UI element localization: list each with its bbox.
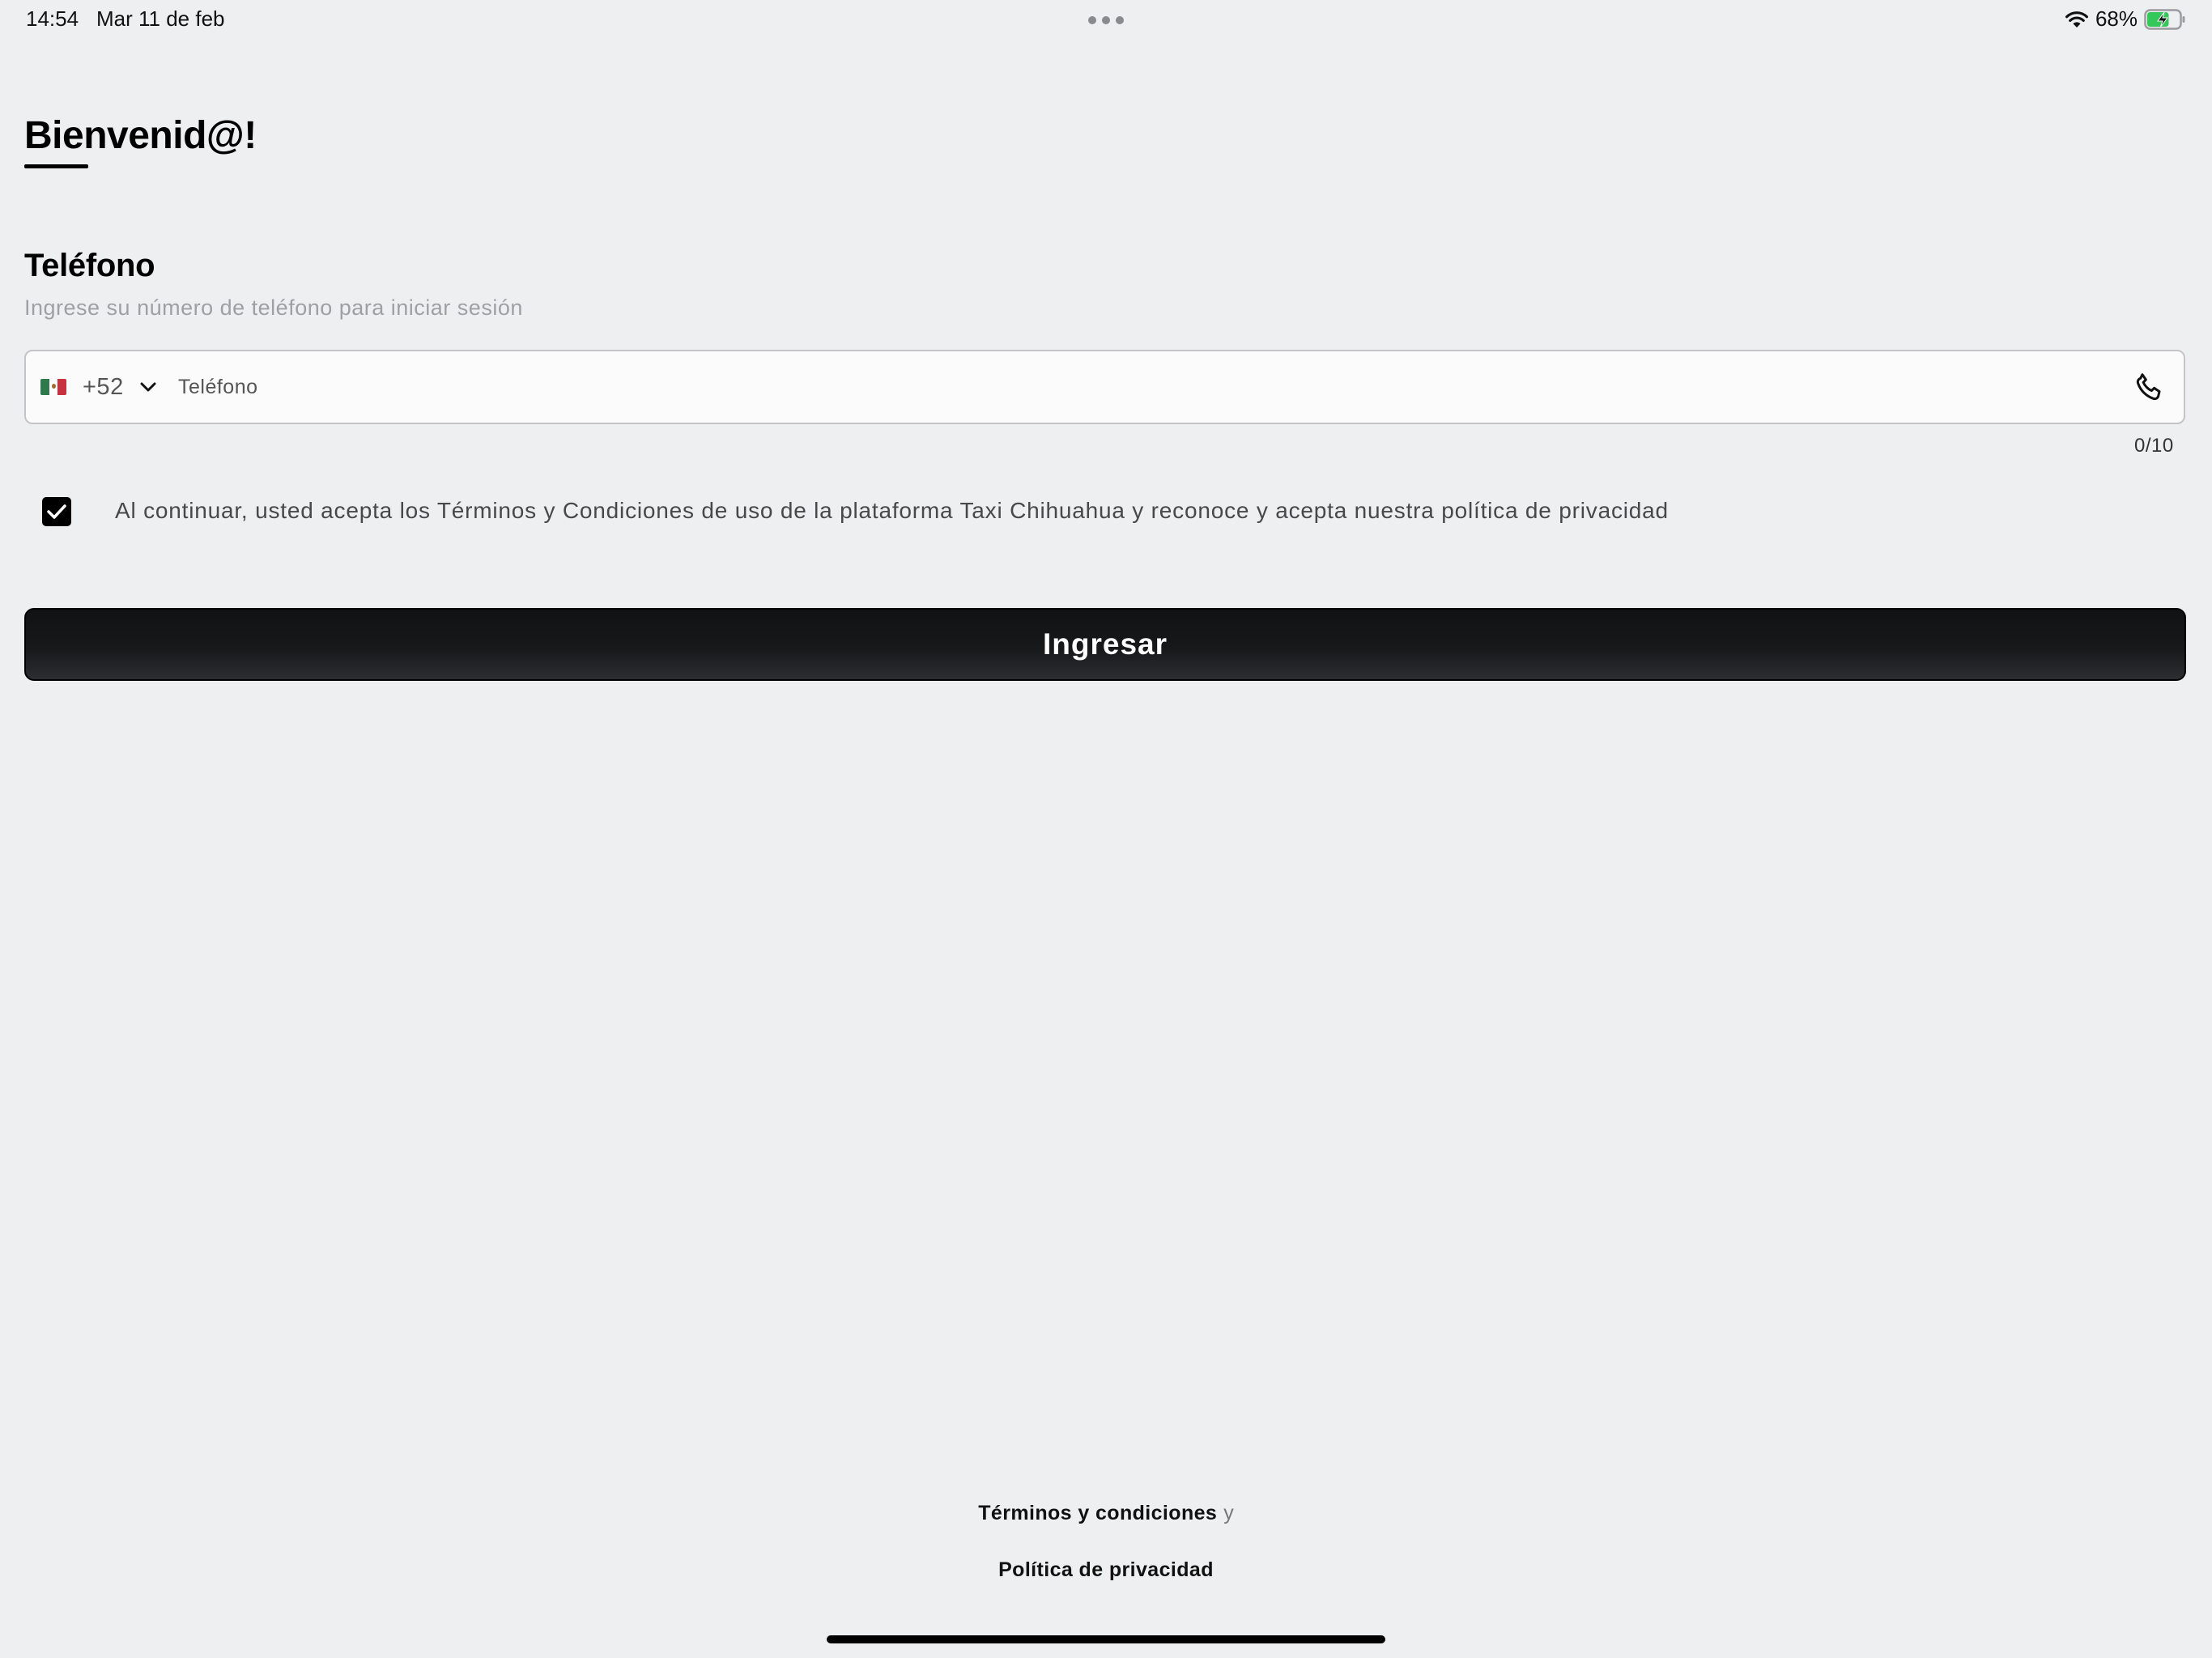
mexico-flag-icon xyxy=(40,379,66,395)
character-counter: 0/10 xyxy=(2134,435,2174,457)
phone-icon xyxy=(2133,371,2166,403)
phone-input[interactable] xyxy=(178,351,1959,423)
chevron-down-icon xyxy=(140,382,156,392)
terms-text: Al continuar, usted acepta los Términos … xyxy=(115,498,1669,523)
section-heading: Teléfono xyxy=(24,248,155,283)
wifi-icon xyxy=(2065,10,2089,29)
status-time: 14:54 xyxy=(26,6,79,31)
phone-field: +52 xyxy=(24,350,2185,424)
dot-icon xyxy=(1116,16,1124,24)
battery-percent: 68% xyxy=(2095,6,2138,31)
dial-code: +52 xyxy=(83,373,124,400)
multitasking-dots[interactable] xyxy=(1088,16,1124,24)
terms-checkbox[interactable] xyxy=(42,497,71,526)
title-underline xyxy=(24,164,88,168)
section-subtitle: Ingrese su número de teléfono para inici… xyxy=(24,295,523,320)
dot-icon xyxy=(1102,16,1110,24)
footer-terms-line: Términos y condiciones y xyxy=(0,1502,2212,1525)
battery-charging-icon xyxy=(2144,8,2186,30)
country-code-selector[interactable]: +52 xyxy=(40,351,156,423)
page-title: Bienvenid@! xyxy=(24,114,257,157)
footer-conjunction: y xyxy=(1223,1502,1234,1524)
status-date: Mar 11 de feb xyxy=(96,6,225,31)
checkmark-icon xyxy=(47,504,66,519)
terms-link[interactable]: Términos y condiciones xyxy=(978,1502,1217,1524)
status-right-group: 68% xyxy=(2065,6,2186,32)
privacy-link[interactable]: Política de privacidad xyxy=(998,1558,1214,1581)
footer-privacy-line: Política de privacidad xyxy=(0,1558,2212,1582)
home-indicator[interactable] xyxy=(827,1635,1385,1643)
dot-icon xyxy=(1088,16,1096,24)
login-button[interactable]: Ingresar xyxy=(24,608,2186,681)
